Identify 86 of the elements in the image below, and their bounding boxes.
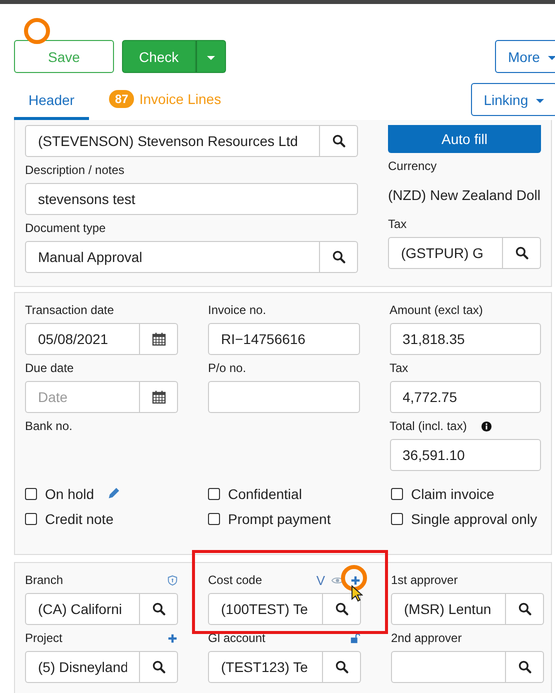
calendar-button[interactable] (140, 381, 178, 413)
eye-icon (331, 574, 344, 586)
field-label: Total (incl. tax) (390, 419, 467, 433)
input-field[interactable]: stevensons test (25, 183, 358, 215)
checkbox[interactable] (25, 488, 37, 500)
highlight-circle (339, 563, 369, 593)
input-field[interactable]: RI−14756616 (208, 323, 360, 355)
search-icon (518, 660, 532, 674)
currency-value: (NZD) New Zealand Doll (388, 186, 541, 205)
linking-button[interactable]: Linking (470, 83, 555, 116)
field-label: Gl account (208, 631, 266, 645)
field-tag: V (316, 572, 325, 588)
search-icon (518, 602, 532, 616)
plus-icon[interactable] (167, 632, 178, 644)
input-field[interactable]: (100TEST) Te (208, 593, 323, 625)
field-label: Description / notes (25, 163, 126, 177)
field-label: Project (25, 631, 62, 645)
checkbox[interactable] (391, 488, 403, 500)
checkbox-label: Single approval only (411, 510, 538, 526)
checkbox[interactable] (25, 512, 37, 524)
search-icon (334, 602, 348, 616)
field-label: Due date (25, 361, 74, 375)
checkbox[interactable] (208, 488, 220, 500)
search-icon (332, 134, 346, 148)
input-field[interactable]: Manual Approval (25, 241, 320, 273)
search-button[interactable] (320, 241, 358, 273)
calendar-button[interactable] (140, 323, 178, 355)
checkbox-label: Claim invoice (411, 486, 494, 502)
input-field[interactable]: (TEST123) Te (208, 651, 323, 683)
field-label: Currency (388, 159, 438, 173)
search-button[interactable] (320, 125, 358, 157)
field-label: Tax (390, 361, 408, 375)
field-label: Document type (25, 221, 107, 235)
input-field[interactable]: 4,772.75 (390, 381, 541, 413)
search-button[interactable] (503, 237, 541, 269)
date-field[interactable]: 05/08/2021 (25, 323, 140, 355)
checkbox[interactable] (391, 512, 403, 524)
field-label: Tax (388, 217, 408, 231)
input-field[interactable]: (CA) Californi (25, 593, 140, 625)
info-icon (480, 420, 492, 432)
search-icon (152, 602, 166, 616)
pencil-icon (106, 486, 122, 501)
cursor-icon (351, 585, 363, 603)
input-field[interactable] (391, 651, 506, 683)
calendar-icon (152, 390, 166, 404)
checkbox-label: Confidential (228, 486, 302, 502)
search-button[interactable] (323, 651, 361, 683)
field-label: Cost code (208, 573, 262, 587)
input-field[interactable]: 31,818.35 (390, 323, 541, 355)
checkbox-label: Prompt payment (228, 510, 331, 526)
more-button[interactable]: More (495, 40, 555, 73)
highlight-circle (22, 16, 52, 46)
search-icon (334, 660, 348, 674)
field-label: 1st approver (391, 573, 458, 587)
search-button[interactable] (140, 593, 178, 625)
field-label: P/o no. (208, 361, 246, 375)
checkbox-label: On hold (45, 486, 94, 502)
field-label: Bank no. (25, 419, 72, 433)
input-field[interactable]: (MSR) Lentun (391, 593, 506, 625)
search-icon (332, 250, 346, 264)
calendar-icon (152, 332, 166, 346)
lock-icon (350, 632, 361, 644)
shield-icon (167, 574, 178, 586)
input-field[interactable]: (GSTPUR) G (388, 237, 503, 269)
supplier-field[interactable]: (STEVENSON) Stevenson Resources Ltd (25, 125, 320, 157)
field-label: Transaction date (25, 303, 114, 317)
search-icon (514, 246, 528, 260)
auto-fill-button[interactable]: Auto fill (388, 125, 541, 153)
field-label: Amount (excl tax) (390, 303, 483, 317)
date-field[interactable]: Date (25, 381, 140, 413)
checkbox-label: Credit note (45, 510, 114, 526)
input-field[interactable]: (5) Disneyland (25, 651, 140, 683)
input-field[interactable]: 36,591.10 (390, 439, 541, 471)
checkbox[interactable] (208, 512, 220, 524)
search-button[interactable] (323, 593, 361, 625)
search-icon (152, 660, 166, 674)
field-label: 2nd approver (391, 631, 462, 645)
field-label: Invoice no. (208, 303, 266, 317)
search-button[interactable] (506, 593, 544, 625)
plus-icon[interactable] (350, 574, 361, 586)
input-field[interactable] (208, 381, 360, 413)
field-label: Branch (25, 573, 64, 587)
search-button[interactable] (140, 651, 178, 683)
search-button[interactable] (506, 651, 544, 683)
check-menu-button[interactable] (196, 40, 226, 73)
count-badge: 87 (109, 90, 134, 108)
